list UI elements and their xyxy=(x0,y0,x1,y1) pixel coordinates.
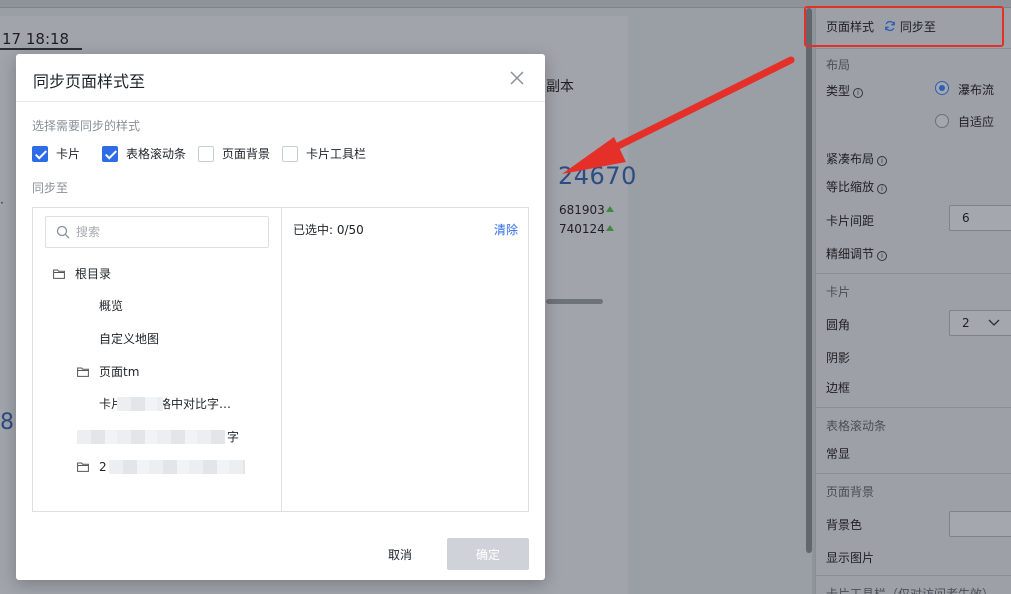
checkbox-label: 卡片工具栏 xyxy=(306,147,367,161)
kpi-metric-2: 740124 xyxy=(559,222,605,236)
checkbox-card[interactable]: 卡片 xyxy=(32,145,80,162)
card-toolbar-label: 卡片工具栏（仅对访问者生效） xyxy=(826,587,995,594)
shadow-label: 阴影 xyxy=(826,351,851,365)
kpi-metric-1: 681903 xyxy=(559,203,605,217)
folder-icon xyxy=(77,462,89,472)
copy-label: 副本 xyxy=(546,79,574,95)
checkbox-table-scrollbar[interactable]: 表格滚动条 xyxy=(102,145,186,162)
tree-folder-root[interactable]: 根目录 xyxy=(53,265,111,282)
target-tree-panel: 根目录 概览 自定义地图 页面tm 卡片设置表格中对比字… 字 2 xyxy=(33,208,282,511)
tree-item-custom-map[interactable]: 自定义地图 xyxy=(99,330,159,347)
tree-folder-page-tm[interactable]: 页面tm xyxy=(77,363,139,380)
tree-label: 自定义地图 xyxy=(99,332,160,346)
checkbox-box[interactable] xyxy=(282,145,299,162)
always-show-label: 常显 xyxy=(826,447,851,461)
page-bg-section-title: 页面背景 xyxy=(826,485,875,499)
sync-to-label: 同步至 xyxy=(32,181,69,195)
search-input[interactable] xyxy=(76,225,256,239)
info-icon: i xyxy=(853,88,864,98)
radio-waterfall[interactable] xyxy=(935,81,949,95)
border-label: 边框 xyxy=(826,381,851,395)
timestamp-underline xyxy=(0,48,82,50)
left-kpi-number: 8 xyxy=(0,410,14,435)
dialog-header: 同步页面样式至 xyxy=(16,54,545,102)
show-image-label: 显示图片 xyxy=(826,551,875,565)
redacted-text xyxy=(77,429,225,444)
trend-up-icon xyxy=(606,206,614,212)
bg-color-label: 背景色 xyxy=(826,518,863,532)
divider xyxy=(816,473,1011,474)
cancel-button[interactable]: 取消 xyxy=(373,538,427,570)
settings-panel: 页面样式 同步至 布局 类型 i 瀑布流 自适应 紧凑布局 i 等比缩放 i 卡片间距… xyxy=(815,8,1011,594)
confirm-button[interactable]: 确定 xyxy=(447,538,529,570)
dialog-title: 同步页面样式至 xyxy=(33,72,146,91)
dashboard-timestamp: 17 18:18 xyxy=(2,30,70,48)
sync-style-dialog: 同步页面样式至 选择需要同步的样式 卡片 表格滚动条 页面背景 卡片工具栏 同步… xyxy=(16,54,545,580)
table-scrollbar-section-title: 表格滚动条 xyxy=(826,419,887,433)
card-section-title: 卡片 xyxy=(826,285,851,299)
annotation-highlight-box xyxy=(804,6,1004,47)
redacted-text xyxy=(108,460,245,474)
fine-tune-label: 精细调节 i xyxy=(826,245,888,262)
divider xyxy=(816,273,1011,274)
page-scrollbar[interactable] xyxy=(806,8,812,553)
checkbox-card-toolbar[interactable]: 卡片工具栏 xyxy=(282,145,366,162)
divider xyxy=(816,575,1011,576)
tree-label: 页面tm xyxy=(99,365,140,379)
kpi-big-number: 24670 xyxy=(558,162,637,190)
corner-select[interactable]: 2 xyxy=(949,310,1011,336)
select-styles-label: 选择需要同步的样式 xyxy=(32,119,141,133)
checkbox-box[interactable] xyxy=(102,145,119,162)
checkbox-label: 卡片 xyxy=(56,147,81,161)
bg-color-picker[interactable] xyxy=(949,511,1011,537)
tree-label: 概览 xyxy=(99,299,124,313)
close-icon[interactable] xyxy=(507,68,527,88)
card-spacing-label: 卡片间距 xyxy=(826,214,875,228)
proportional-zoom-label: 等比缩放 i xyxy=(826,178,888,195)
type-label: 类型 i xyxy=(826,82,864,99)
tree-label: 根目录 xyxy=(75,267,112,281)
search-box[interactable] xyxy=(45,216,269,248)
compact-layout-label: 紧凑布局 i xyxy=(826,150,888,167)
info-icon: i xyxy=(877,251,888,261)
folder-icon xyxy=(53,269,65,279)
info-icon: i xyxy=(877,184,888,194)
checkbox-box[interactable] xyxy=(32,145,48,162)
corner-label: 圆角 xyxy=(826,318,851,332)
layout-section-title: 布局 xyxy=(826,58,851,72)
redacted-text xyxy=(117,397,163,411)
tree-folder-redacted[interactable]: 2 xyxy=(77,460,245,474)
divider xyxy=(816,407,1011,408)
checkbox-label: 表格滚动条 xyxy=(126,147,187,161)
checkbox-label: 页面背景 xyxy=(222,147,271,161)
clear-button[interactable]: 清除 xyxy=(494,221,518,238)
search-icon xyxy=(56,225,70,239)
trend-up-icon xyxy=(606,225,614,231)
type-option-waterfall: 瀑布流 xyxy=(958,83,995,97)
checkbox-box[interactable] xyxy=(198,145,215,162)
target-transfer-box: 根目录 概览 自定义地图 页面tm 卡片设置表格中对比字… 字 2 xyxy=(32,207,529,512)
style-checkbox-group: 卡片 表格滚动条 页面背景 卡片工具栏 xyxy=(32,145,378,162)
selected-panel: 已选中: 0/50 清除 xyxy=(282,208,528,511)
selected-count: 已选中: 0/50 xyxy=(293,223,364,237)
checkbox-page-background[interactable]: 页面背景 xyxy=(198,145,270,162)
folder-icon xyxy=(77,367,89,377)
type-option-adaptive: 自适应 xyxy=(958,115,995,129)
divider xyxy=(816,48,1011,49)
tree-label: 2 xyxy=(99,460,107,474)
card-spacing-input[interactable]: 6 xyxy=(949,205,1011,231)
radio-adaptive[interactable] xyxy=(935,114,949,128)
tree-item-overview[interactable]: 概览 xyxy=(99,297,123,314)
progress-bar xyxy=(546,299,603,304)
left-dot: · xyxy=(0,196,4,210)
info-icon: i xyxy=(877,156,888,166)
tree-label: 字 xyxy=(227,430,240,444)
tree-item-redacted[interactable]: 字 xyxy=(77,428,239,445)
chevron-down-icon xyxy=(988,319,1000,326)
